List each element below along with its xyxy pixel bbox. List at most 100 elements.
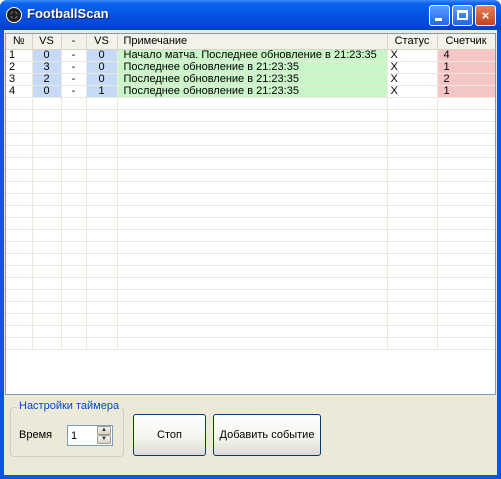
window-title: FootballScan bbox=[27, 6, 109, 21]
empty-cell bbox=[6, 265, 33, 278]
cell-vs-away: 0 bbox=[86, 61, 118, 74]
empty-cell bbox=[117, 337, 388, 350]
column-header-dash[interactable]: - bbox=[61, 34, 87, 50]
empty-cell bbox=[437, 157, 495, 170]
match-grid[interactable]: № VS - VS Примечание Статус Счетчик 1 0 … bbox=[5, 33, 496, 395]
empty-cell bbox=[6, 337, 33, 350]
empty-cell bbox=[61, 97, 87, 110]
empty-cell bbox=[387, 313, 438, 326]
empty-cell bbox=[6, 169, 33, 182]
empty-cell bbox=[61, 301, 87, 314]
empty-cell bbox=[387, 229, 438, 242]
cell-counter: 2 bbox=[437, 73, 495, 86]
empty-cell bbox=[387, 181, 438, 194]
empty-cell bbox=[32, 181, 62, 194]
empty-cell bbox=[437, 181, 495, 194]
empty-cell bbox=[117, 265, 388, 278]
empty-cell bbox=[117, 277, 388, 290]
empty-cell bbox=[32, 229, 62, 242]
empty-cell bbox=[61, 313, 87, 326]
cell-status: X bbox=[387, 85, 438, 98]
add-event-button[interactable]: Добавить событие bbox=[213, 414, 321, 456]
time-label: Время bbox=[19, 429, 53, 441]
empty-table-row bbox=[6, 145, 495, 158]
column-header-vs-away[interactable]: VS bbox=[86, 34, 118, 50]
empty-cell bbox=[61, 169, 87, 182]
empty-cell bbox=[437, 277, 495, 290]
empty-cell bbox=[61, 289, 87, 302]
spin-up-icon[interactable]: ▲ bbox=[97, 426, 111, 435]
empty-cell bbox=[61, 205, 87, 218]
client-area: № VS - VS Примечание Статус Счетчик 1 0 … bbox=[4, 30, 497, 475]
stop-button[interactable]: Стоп bbox=[133, 414, 206, 456]
empty-cell bbox=[86, 337, 118, 350]
empty-cell bbox=[61, 229, 87, 242]
empty-cell bbox=[32, 337, 62, 350]
empty-cell bbox=[387, 265, 438, 278]
cell-vs-home: 2 bbox=[32, 73, 62, 86]
empty-cell bbox=[86, 145, 118, 158]
empty-cell bbox=[6, 289, 33, 302]
match-table: № VS - VS Примечание Статус Счетчик 1 0 … bbox=[6, 34, 495, 350]
cell-counter: 4 bbox=[437, 49, 495, 62]
spin-down-icon[interactable]: ▼ bbox=[97, 435, 111, 444]
column-header-vs-home[interactable]: VS bbox=[32, 34, 62, 50]
table-row[interactable]: 3 2 - 0 Последнее обновление в 21:23:35 … bbox=[6, 73, 495, 86]
empty-cell bbox=[117, 109, 388, 122]
column-header-counter[interactable]: Счетчик bbox=[437, 34, 495, 50]
empty-table-row bbox=[6, 97, 495, 110]
empty-cell bbox=[32, 157, 62, 170]
empty-table-row bbox=[6, 133, 495, 146]
maximize-button[interactable] bbox=[452, 5, 473, 26]
empty-cell bbox=[6, 241, 33, 254]
cell-vs-away: 0 bbox=[86, 73, 118, 86]
empty-cell bbox=[117, 241, 388, 254]
time-spinner[interactable]: 1 ▲ ▼ bbox=[67, 425, 113, 446]
empty-cell bbox=[387, 241, 438, 254]
time-spinner-value[interactable]: 1 bbox=[71, 430, 77, 442]
empty-cell bbox=[61, 337, 87, 350]
empty-table-row bbox=[6, 169, 495, 182]
column-header-note[interactable]: Примечание bbox=[117, 34, 388, 50]
empty-cell bbox=[6, 97, 33, 110]
empty-cell bbox=[6, 205, 33, 218]
empty-cell bbox=[437, 289, 495, 302]
cell-number: 3 bbox=[6, 73, 33, 86]
empty-cell bbox=[6, 133, 33, 146]
empty-cell bbox=[86, 97, 118, 110]
empty-cell bbox=[86, 313, 118, 326]
empty-cell bbox=[437, 145, 495, 158]
column-header-status[interactable]: Статус bbox=[387, 34, 438, 50]
minimize-button[interactable] bbox=[429, 5, 450, 26]
empty-cell bbox=[61, 265, 87, 278]
cell-counter: 1 bbox=[437, 61, 495, 74]
cell-number: 2 bbox=[6, 61, 33, 74]
table-row[interactable]: 1 0 - 0 Начало матча. Последнее обновлен… bbox=[6, 49, 495, 62]
empty-cell bbox=[86, 193, 118, 206]
column-header-number[interactable]: № bbox=[6, 34, 33, 50]
cell-status: X bbox=[387, 49, 438, 62]
empty-cell bbox=[117, 193, 388, 206]
empty-cell bbox=[6, 109, 33, 122]
empty-cell bbox=[86, 241, 118, 254]
empty-cell bbox=[387, 205, 438, 218]
table-row[interactable]: 4 0 - 1 Последнее обновление в 21:23:35 … bbox=[6, 85, 495, 98]
cell-dash: - bbox=[61, 49, 87, 62]
close-button[interactable]: × bbox=[475, 5, 496, 26]
empty-cell bbox=[117, 313, 388, 326]
empty-cell bbox=[117, 205, 388, 218]
timer-settings-label: Настройки таймера bbox=[17, 400, 122, 412]
title-bar[interactable]: FootballScan × bbox=[0, 0, 501, 30]
cell-number: 1 bbox=[6, 49, 33, 62]
empty-cell bbox=[32, 217, 62, 230]
table-row[interactable]: 2 3 - 0 Последнее обновление в 21:23:35 … bbox=[6, 61, 495, 74]
cell-note: Начало матча. Последнее обновление в 21:… bbox=[117, 49, 388, 62]
empty-table-row bbox=[6, 157, 495, 170]
empty-cell bbox=[387, 133, 438, 146]
empty-table-row bbox=[6, 193, 495, 206]
cell-number: 4 bbox=[6, 85, 33, 98]
empty-cell bbox=[387, 121, 438, 134]
empty-cell bbox=[387, 97, 438, 110]
cell-note: Последнее обновление в 21:23:35 bbox=[117, 61, 388, 74]
empty-cell bbox=[32, 169, 62, 182]
